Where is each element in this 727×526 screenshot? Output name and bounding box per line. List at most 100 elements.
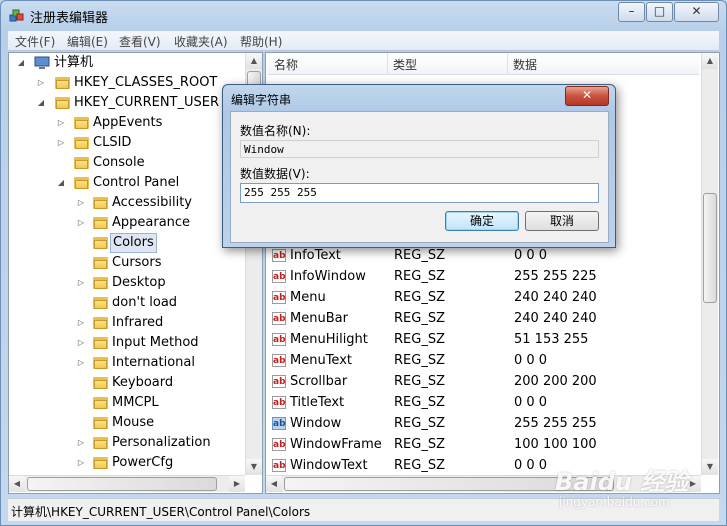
tree-item-console[interactable]: Console [15,153,245,173]
value-row[interactable]: ab WindowFrame REG_SZ 100 100 100 [270,434,698,455]
value-name-field: Window [240,140,599,158]
value-row[interactable]: ab MenuHilight REG_SZ 51 153 255 [270,329,698,350]
value-name: WindowFrame [290,437,382,452]
expand-icon[interactable]: ▷ [77,433,85,453]
column-name[interactable]: 名称 [274,56,298,73]
expand-icon[interactable]: ▷ [77,333,85,353]
value-row[interactable]: ab Menu REG_SZ 240 240 240 [270,287,698,308]
tree-item-clsid[interactable]: ▷ CLSID [15,133,245,153]
tree-item-appevents[interactable]: ▷ AppEvents [15,113,245,133]
tree-label: CLSID [93,135,132,150]
value-row[interactable]: ab TitleText REG_SZ 0 0 0 [270,392,698,413]
column-divider[interactable] [387,53,388,74]
menu-edit[interactable]: 编辑(E) [67,33,108,50]
value-data: 0 0 0 [514,353,548,368]
expand-icon[interactable]: ▷ [37,73,45,93]
string-value-icon: ab [272,354,286,367]
menu-help[interactable]: 帮助(H) [240,33,282,50]
tree-item-control-panel[interactable]: ◢ Control Panel [15,173,245,193]
expand-icon[interactable]: ▷ [77,453,85,473]
scroll-thumb[interactable] [703,193,717,303]
value-row[interactable]: ab InfoText REG_SZ 0 0 0 [270,245,698,266]
menu-favorites[interactable]: 收藏夹(A) [174,33,228,50]
folder-icon [55,76,70,89]
expand-icon[interactable]: ▷ [57,113,65,133]
tree-item-input-method[interactable]: ▷ Input Method [15,333,245,353]
menu-file[interactable]: 文件(F) [15,33,55,50]
column-type[interactable]: 类型 [393,56,417,73]
value-row[interactable]: ab MenuText REG_SZ 0 0 0 [270,350,698,371]
tree-item-desktop[interactable]: ▷ Desktop [15,273,245,293]
value-data: 51 153 255 [514,332,589,347]
tree-item-infrared[interactable]: ▷ Infrared [15,313,245,333]
tree-item-accessibility[interactable]: ▷ Accessibility [15,193,245,213]
expand-icon[interactable]: ▷ [77,213,85,233]
tree-item-dont-load[interactable]: don't load [15,293,245,313]
tree-item-international[interactable]: ▷ International [15,353,245,373]
folder-icon [74,116,89,129]
collapse-icon[interactable]: ◢ [37,93,45,113]
string-value-icon: ab [272,312,286,325]
value-data-input[interactable]: 255 255 255 [240,183,599,203]
tree-label: Mouse [112,415,155,430]
maximize-button[interactable]: □ [646,2,673,22]
value-row-selected[interactable]: ab Window REG_SZ 255 255 255 [270,413,698,434]
tree-item-cursors[interactable]: Cursors [15,253,245,273]
column-data[interactable]: 数据 [513,56,537,73]
ok-button[interactable]: 确定 [445,211,519,231]
close-button[interactable]: ✕ [674,2,719,22]
collapse-icon[interactable]: ◢ [57,173,65,193]
scroll-left-icon[interactable]: ◀ [266,476,282,492]
minimize-button[interactable]: – [618,2,645,22]
folder-icon [74,136,89,149]
cancel-button[interactable]: 取消 [525,211,599,231]
folder-icon [93,316,108,329]
scroll-down-icon[interactable]: ▼ [246,459,262,475]
tree-label: Accessibility [112,195,192,210]
expand-icon[interactable]: ▷ [77,313,85,333]
tree-item-hkcr[interactable]: ▷ HKEY_CLASSES_ROOT [15,73,245,93]
expand-icon[interactable]: ▷ [77,193,85,213]
tree-item-mouse[interactable]: Mouse [15,413,245,433]
folder-icon [93,236,108,249]
value-name: MenuText [290,353,352,368]
collapse-icon[interactable]: ◢ [17,53,25,73]
scroll-thumb[interactable] [27,477,217,491]
scroll-right-icon[interactable]: ▶ [229,476,245,492]
tree-item-appearance[interactable]: ▷ Appearance [15,213,245,233]
string-value-icon: ab [272,438,286,451]
column-divider[interactable] [507,53,508,74]
expand-icon[interactable]: ▷ [77,353,85,373]
scroll-up-icon[interactable]: ▲ [246,53,262,69]
tree-item-keyboard[interactable]: Keyboard [15,373,245,393]
folder-icon [93,456,108,469]
value-type: REG_SZ [394,395,445,410]
tree-root-computer[interactable]: ◢ 计算机 [15,53,245,73]
window-title: 注册表编辑器 [30,11,109,26]
values-vertical-scrollbar[interactable]: ▲ ▼ [701,53,718,475]
tree-item-hkcu[interactable]: ◢ HKEY_CURRENT_USER [15,93,245,113]
value-name: MenuBar [290,311,348,326]
expand-icon[interactable]: ▷ [57,133,65,153]
scroll-up-icon[interactable]: ▲ [702,53,718,69]
tree-item-powercfg[interactable]: ▷ PowerCfg [15,453,245,473]
value-row[interactable]: ab InfoWindow REG_SZ 255 255 225 [270,266,698,287]
tree-label: HKEY_CLASSES_ROOT [74,75,218,90]
folder-icon [93,376,108,389]
title-bar[interactable]: 注册表编辑器 – □ ✕ [1,1,726,29]
tree-label: International [112,355,195,370]
tree-item-mmcpl[interactable]: MMCPL [15,393,245,413]
value-data: 255 255 225 [514,269,597,284]
tree-horizontal-scrollbar[interactable]: ◀ ▶ [9,475,245,492]
menu-bar: 文件(F) 编辑(E) 查看(V) 收藏夹(A) 帮助(H) [8,31,719,51]
scroll-left-icon[interactable]: ◀ [9,476,25,492]
tree-item-personalization[interactable]: ▷ Personalization [15,433,245,453]
dialog-close-button[interactable]: ✕ [565,86,609,106]
menu-view[interactable]: 查看(V) [119,33,161,50]
value-row[interactable]: ab MenuBar REG_SZ 240 240 240 [270,308,698,329]
folder-icon [93,256,108,269]
tree-item-colors[interactable]: Colors [15,233,245,253]
expand-icon[interactable]: ▷ [77,273,85,293]
value-row[interactable]: ab Scrollbar REG_SZ 200 200 200 [270,371,698,392]
tree-label-computer: 计算机 [54,55,94,70]
